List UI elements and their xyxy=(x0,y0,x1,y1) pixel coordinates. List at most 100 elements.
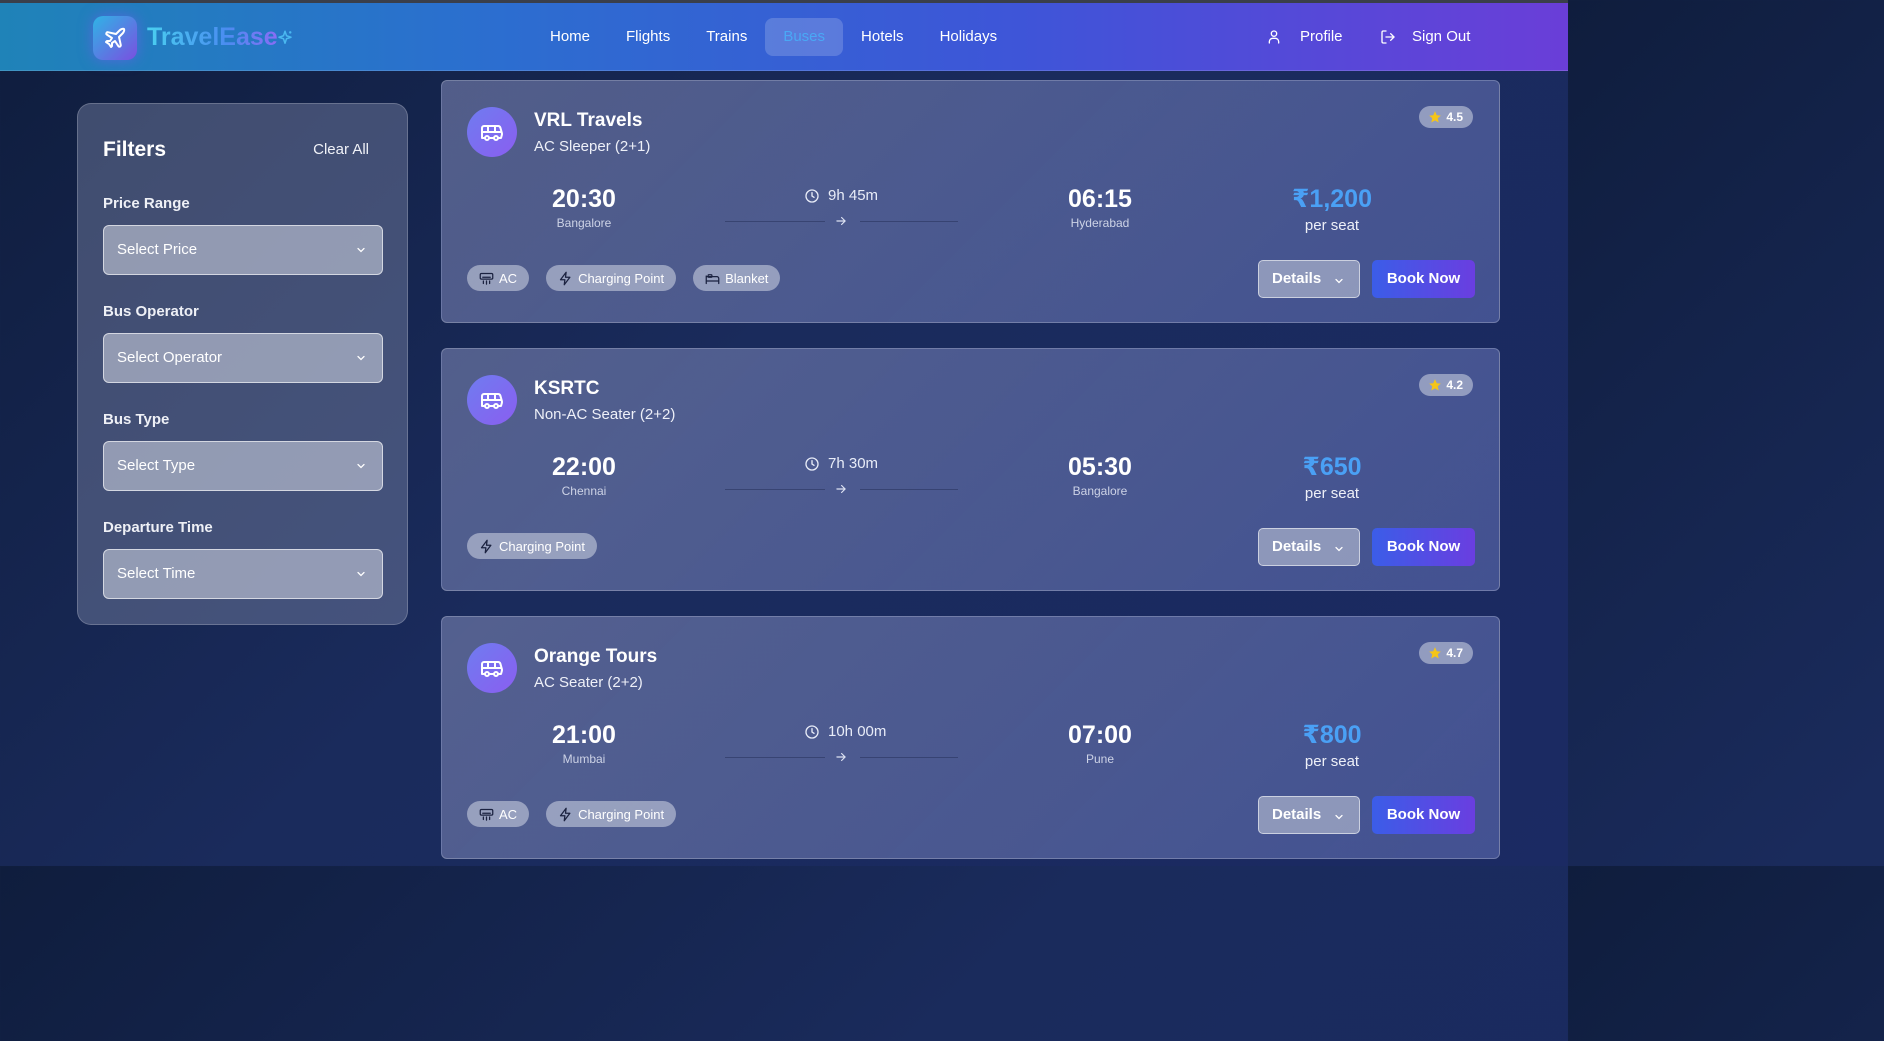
arrival-block: 05:30 Bangalore xyxy=(1040,453,1160,498)
departure-time: 22:00 xyxy=(552,453,616,481)
price-value: ₹650 xyxy=(1302,453,1362,481)
arrival-block: 06:15 Hyderabad xyxy=(1040,185,1160,230)
rating-value: 4.5 xyxy=(1446,110,1463,124)
bus-type-label: Bus Type xyxy=(103,411,170,428)
clear-all-button[interactable]: Clear All xyxy=(313,141,369,158)
logout-icon xyxy=(1381,29,1395,44)
duration-value: 10h 00m xyxy=(828,723,887,740)
book-now-button[interactable]: Book Now xyxy=(1372,528,1475,566)
departure-block: 21:00 Mumbai xyxy=(524,721,644,766)
filters-title: Filters xyxy=(103,138,167,161)
bus-type: Non-AC Seater (2+2) xyxy=(534,406,676,423)
bus-avatar xyxy=(467,643,517,693)
duration: 9h 45m xyxy=(804,187,878,204)
arrival-time: 07:00 xyxy=(1068,721,1132,749)
bolt-icon xyxy=(480,539,492,553)
operator-name: Orange Tours xyxy=(534,646,658,667)
book-now-button[interactable]: Book Now xyxy=(1372,260,1475,298)
amenity-chip: Charging Point xyxy=(546,265,677,291)
nav-home[interactable]: Home xyxy=(532,18,608,56)
clock-icon xyxy=(805,188,819,203)
nav-trains[interactable]: Trains xyxy=(688,18,765,56)
chevron-down-icon xyxy=(1335,546,1343,552)
clock-icon xyxy=(805,456,819,471)
arrival-time: 05:30 xyxy=(1068,453,1132,481)
duration-value: 9h 45m xyxy=(828,187,879,204)
main-nav: Home Flights Trains Buses Hotels Holiday… xyxy=(532,18,1015,56)
ac-icon xyxy=(479,808,494,821)
sparkle-icon xyxy=(278,30,292,44)
price-block: ₹800 per seat xyxy=(1267,720,1397,770)
bolt-icon xyxy=(559,271,571,285)
price-range-select[interactable]: Select Price xyxy=(103,225,383,275)
route-line xyxy=(725,221,825,222)
clock-icon xyxy=(805,724,819,739)
nav-hotels[interactable]: Hotels xyxy=(843,18,922,56)
rating-badge: 4.7 xyxy=(1419,642,1473,664)
brand-name[interactable]: TravelEase xyxy=(147,23,278,52)
departure-block: 22:00 Chennai xyxy=(524,453,644,498)
chevron-down-icon xyxy=(357,463,365,469)
amenity-label: Charging Point xyxy=(499,538,585,554)
bus-avatar xyxy=(467,375,517,425)
details-button[interactable]: Details xyxy=(1258,796,1360,834)
profile-link[interactable]: Profile xyxy=(1266,28,1343,45)
arrow-right-icon xyxy=(836,216,846,226)
details-label: Details xyxy=(1272,270,1322,287)
filters-panel: Filters Clear All Price Range Select Pri… xyxy=(77,103,408,625)
book-now-button[interactable]: Book Now xyxy=(1372,796,1475,834)
bus-icon xyxy=(481,661,503,677)
chevron-down-icon xyxy=(357,247,365,253)
bus-card: VRL Travels AC Sleeper (2+1) 4.5 20:30 Banga… xyxy=(441,80,1500,323)
route-line xyxy=(725,489,825,490)
top-navbar: TravelEase Home Flights Trains Buses Hot… xyxy=(0,3,1568,71)
rating-badge: 4.5 xyxy=(1419,106,1473,128)
price-unit: per seat xyxy=(1304,485,1360,502)
bus-operator-label: Bus Operator xyxy=(103,303,199,320)
sign-out-label: Sign Out xyxy=(1412,28,1471,45)
bed-icon xyxy=(705,273,720,284)
amenity-label: Charging Point xyxy=(578,806,665,822)
nav-buses[interactable]: Buses xyxy=(765,18,844,56)
bus-operator-select[interactable]: Select Operator xyxy=(103,333,383,383)
bus-type: AC Sleeper (2+1) xyxy=(534,138,651,155)
route-line xyxy=(860,489,958,490)
price-block: ₹650 per seat xyxy=(1267,452,1397,502)
operator-name: KSRTC xyxy=(534,378,600,399)
route-line xyxy=(725,757,825,758)
route-line xyxy=(860,757,958,758)
chevron-down-icon xyxy=(357,355,365,361)
logo-badge[interactable] xyxy=(93,16,137,60)
nav-holidays[interactable]: Holidays xyxy=(922,18,1016,56)
amenity-label: Charging Point xyxy=(578,270,665,286)
origin-city: Mumbai xyxy=(562,752,606,766)
amenity-label: AC xyxy=(499,806,518,822)
star-icon xyxy=(1429,379,1442,391)
rating-value: 4.7 xyxy=(1446,646,1463,660)
bus-icon xyxy=(481,393,503,409)
details-button[interactable]: Details xyxy=(1258,528,1360,566)
bus-operator-value: Select Operator xyxy=(117,349,223,366)
amenity-label: AC xyxy=(499,270,518,286)
destination-city: Hyderabad xyxy=(1070,216,1130,230)
user-icon xyxy=(1268,29,1280,44)
price-unit: per seat xyxy=(1304,753,1360,770)
details-button[interactable]: Details xyxy=(1258,260,1360,298)
price-unit: per seat xyxy=(1304,217,1360,234)
details-label: Details xyxy=(1272,538,1322,555)
nav-flights[interactable]: Flights xyxy=(608,18,688,56)
arrival-block: 07:00 Pune xyxy=(1040,721,1160,766)
bus-type: AC Seater (2+2) xyxy=(534,674,643,691)
bus-type-value: Select Type xyxy=(117,457,196,474)
price-value: ₹800 xyxy=(1302,721,1362,749)
sign-out-link[interactable]: Sign Out xyxy=(1380,28,1470,45)
departure-block: 20:30 Bangalore xyxy=(524,185,644,230)
bus-card: KSRTC Non-AC Seater (2+2) 4.2 22:00 Chennai 7… xyxy=(441,348,1500,591)
star-icon xyxy=(1429,111,1442,123)
duration-value: 7h 30m xyxy=(828,455,879,472)
bus-type-select[interactable]: Select Type xyxy=(103,441,383,491)
amenities-list: AC Charging Point Blanket xyxy=(467,265,781,291)
departure-time: 21:00 xyxy=(552,721,616,749)
departure-time-select[interactable]: Select Time xyxy=(103,549,383,599)
duration: 7h 30m xyxy=(804,455,878,472)
